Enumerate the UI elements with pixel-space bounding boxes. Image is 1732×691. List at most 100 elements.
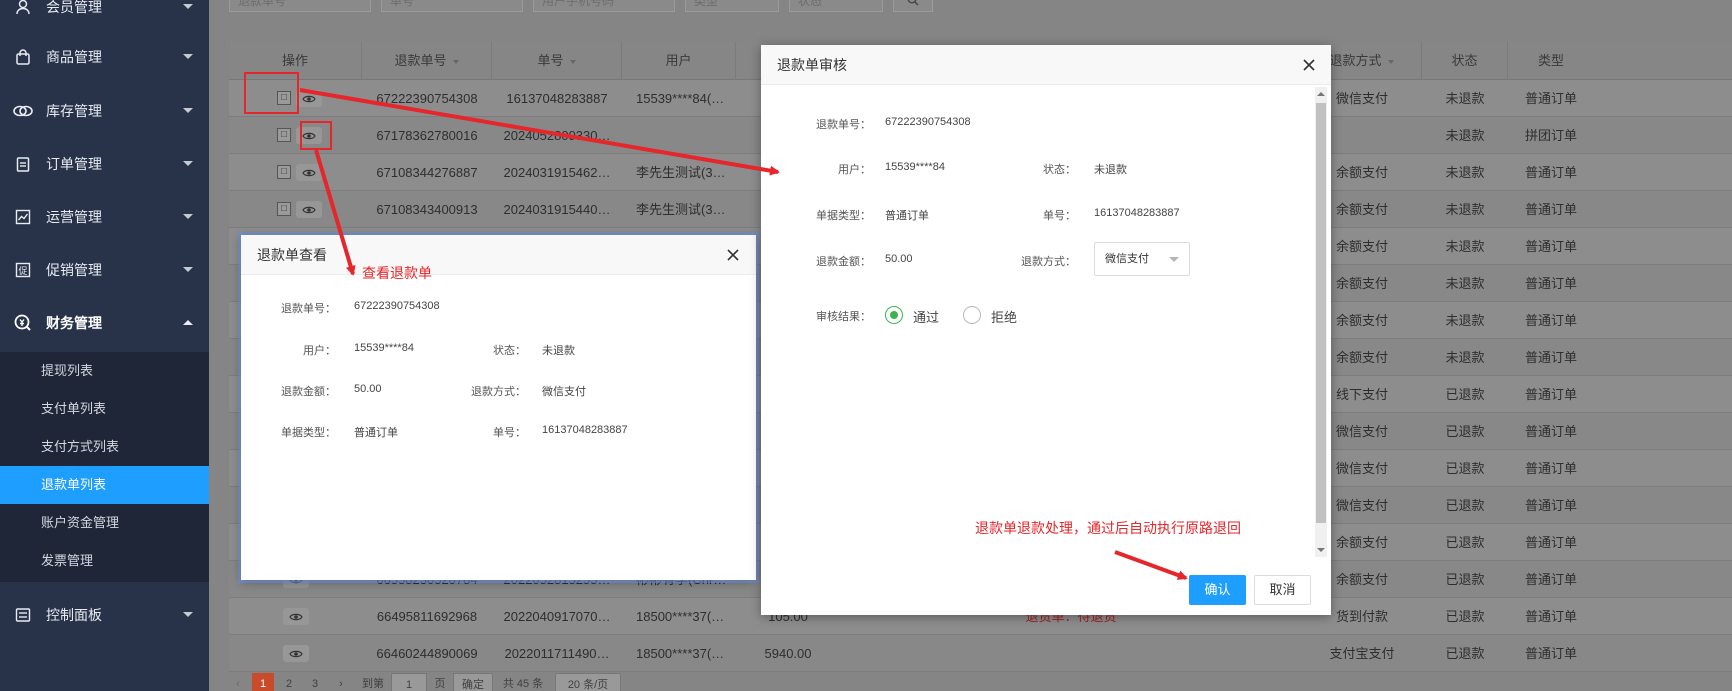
dialog-title: 退款单查看 <box>241 235 756 275</box>
cell-status: 未退款 <box>1445 350 1485 365</box>
confirm-button[interactable]: 确认 <box>1189 575 1246 605</box>
result-label: 审核结果： <box>816 311 871 323</box>
search-bar: 退款单号 单号 用户手机号码 类型 状态 <box>209 0 1732 22</box>
per-page-select[interactable]: 20 条/页 <box>555 673 621 691</box>
sort-icon <box>1387 59 1394 64</box>
chevron-down-icon <box>183 214 193 219</box>
menu-finance[interactable]: 财务管理 <box>0 296 209 349</box>
cancel-button[interactable]: 取消 <box>1254 575 1311 605</box>
cell-type: 普通订单 <box>1524 202 1577 217</box>
view-eye-icon[interactable] <box>283 608 309 625</box>
scroll-up-icon[interactable] <box>1316 91 1326 97</box>
cell-status: 已退款 <box>1445 424 1485 439</box>
sidebar: 会员管理 商品管理 库存管理 订单管理 运营管理 促 促销管理 财务管理 提现列… <box>0 0 209 691</box>
prev-page-button[interactable]: ‹ <box>229 673 247 691</box>
search-button[interactable] <box>893 0 933 12</box>
cell-type: 普通订单 <box>1524 461 1577 476</box>
scrollbar-thumb[interactable] <box>1316 103 1326 523</box>
menu-order[interactable]: 订单管理 <box>0 137 209 190</box>
cell-type: 普通订单 <box>1524 609 1577 624</box>
page-2-button[interactable]: 2 <box>278 673 300 691</box>
doc-type-value: 普通订单 <box>885 210 929 222</box>
page-1-button[interactable]: 1 <box>252 673 274 691</box>
audit-icon[interactable]: ☐ <box>277 165 291 179</box>
sidebar-item-refund-list[interactable]: 退款单列表 <box>0 466 209 504</box>
cell-user <box>622 117 736 154</box>
sidebar-item-withdraw[interactable]: 提现列表 <box>0 352 209 390</box>
promotion-icon: 促 <box>0 262 46 278</box>
sort-icon <box>452 59 459 64</box>
sidebar-item-payment-methods[interactable]: 支付方式列表 <box>0 428 209 466</box>
sidebar-item-payment-list[interactable]: 支付单列表 <box>0 390 209 428</box>
status-label: 状态： <box>493 345 526 357</box>
amount-value: 50.00 <box>354 383 382 395</box>
pagination: ‹ 1 2 3 › 到第 1 页 确定 共 45 条 20 条/页 <box>209 666 1712 691</box>
cell-order-no: 2022040917070… <box>503 609 611 624</box>
trend-chart-icon <box>0 209 46 225</box>
close-icon[interactable] <box>1301 57 1317 73</box>
menu-member[interactable]: 会员管理 <box>0 0 209 33</box>
cell-status: 未退款 <box>1445 128 1485 143</box>
amount-label: 退款金额： <box>281 386 336 398</box>
cell-order-no: 2024031915440… <box>503 202 611 217</box>
next-page-button[interactable]: › <box>330 673 352 691</box>
total-count: 共 45 条 <box>502 678 544 690</box>
refund-no-input[interactable]: 退款单号 <box>229 0 371 12</box>
pass-radio[interactable] <box>885 306 903 324</box>
order-no-value: 16137048283887 <box>542 424 628 436</box>
th-order-no[interactable]: 单号 <box>492 42 622 80</box>
method-label: 退款方式： <box>471 386 526 398</box>
menu-operation[interactable]: 运营管理 <box>0 190 209 243</box>
sidebar-item-account-funds[interactable]: 账户资金管理 <box>0 504 209 542</box>
cell-user: 李先生测试(3… <box>636 202 726 217</box>
user-mobile-input[interactable]: 用户手机号码 <box>533 0 675 12</box>
order-no-input[interactable]: 单号 <box>381 0 523 12</box>
audit-icon[interactable]: ☐ <box>277 128 291 142</box>
view-eye-icon[interactable] <box>296 201 322 218</box>
goto-page-input[interactable]: 1 <box>391 673 427 691</box>
cell-refund-no: 67222390754308 <box>376 91 478 106</box>
reject-label[interactable]: 拒绝 <box>991 307 1017 326</box>
cell-user: 18500****37(… <box>636 609 725 624</box>
refund-no-label: 退款单号： <box>281 303 336 315</box>
th-status: 状态 <box>1422 42 1508 80</box>
th-type: 类型 <box>1537 53 1564 68</box>
annotation-view-refund: 查看退款单 <box>362 265 432 281</box>
scroll-down-icon[interactable] <box>1316 547 1326 553</box>
cell-status: 未退款 <box>1445 165 1485 180</box>
doc-type-label: 单据类型： <box>816 210 871 222</box>
user-value: 15539****84 <box>885 161 945 173</box>
refund-method-select[interactable]: 微信支付 <box>1094 242 1190 276</box>
menu-inventory[interactable]: 库存管理 <box>0 84 209 137</box>
type-select[interactable]: 类型 <box>685 0 779 12</box>
sidebar-item-invoice[interactable]: 发票管理 <box>0 542 209 580</box>
menu-goods[interactable]: 商品管理 <box>0 30 209 83</box>
cell-status: 已退款 <box>1445 387 1485 402</box>
cell-type: 普通订单 <box>1524 239 1577 254</box>
cell-refund-no: 67108343400913 <box>376 202 478 217</box>
th-refund-no[interactable]: 退款单号 <box>362 42 492 80</box>
pass-label[interactable]: 通过 <box>913 307 939 326</box>
menu-control-panel[interactable]: 控制面板 <box>0 588 209 641</box>
chevron-up-icon <box>183 320 193 325</box>
reject-radio[interactable] <box>963 306 981 324</box>
goto-confirm-button[interactable]: 确定 <box>453 673 493 691</box>
close-icon[interactable] <box>725 247 741 263</box>
cell-status: 未退款 <box>1445 313 1485 328</box>
view-eye-icon[interactable] <box>283 645 309 662</box>
audit-icon[interactable]: ☐ <box>277 202 291 216</box>
view-eye-icon[interactable] <box>296 90 322 107</box>
cell-status: 已退款 <box>1445 498 1485 513</box>
cell-order-no: 16137048283887 <box>506 91 608 106</box>
status-select[interactable]: 状态 <box>789 0 883 12</box>
cell-user: 15539****84(… <box>636 91 725 106</box>
user-value: 15539****84 <box>354 342 414 354</box>
cell-status: 未退款 <box>1445 202 1485 217</box>
order-no-value: 16137048283887 <box>1094 207 1180 219</box>
status-value: 未退款 <box>542 345 575 357</box>
cell-status: 已退款 <box>1445 572 1485 587</box>
page-3-button[interactable]: 3 <box>304 673 326 691</box>
view-eye-icon[interactable] <box>296 164 322 181</box>
menu-promotion[interactable]: 促 促销管理 <box>0 243 209 296</box>
cell-type: 普通订单 <box>1524 165 1577 180</box>
